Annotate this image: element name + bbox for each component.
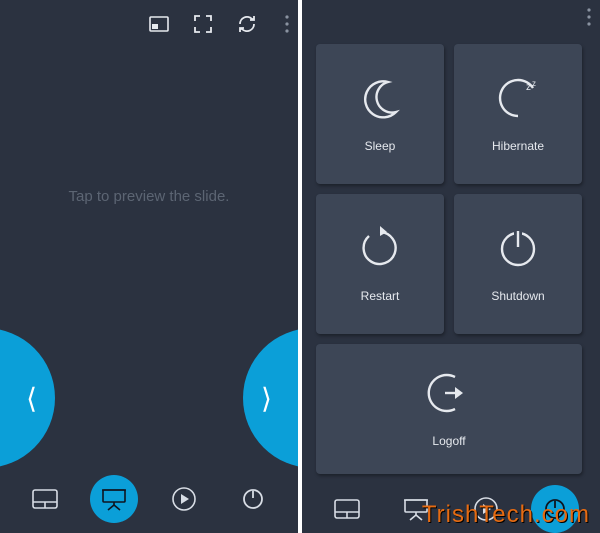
tile-label: Hibernate <box>492 139 544 153</box>
pip-icon[interactable] <box>148 13 170 35</box>
top-toolbar <box>0 0 298 48</box>
overflow-menu-icon[interactable] <box>582 6 596 28</box>
tab-media[interactable] <box>160 475 208 523</box>
tile-label: Restart <box>361 289 400 303</box>
chevron-right-icon: ⟩ <box>261 382 272 415</box>
tab-power[interactable] <box>229 475 277 523</box>
slide-preview-area[interactable]: Tap to preview the slide. ⟨ ⟩ <box>0 48 298 465</box>
fullscreen-icon[interactable] <box>192 13 214 35</box>
tile-label: Logoff <box>432 434 465 448</box>
tab-touchpad[interactable] <box>323 485 371 533</box>
tile-shutdown[interactable]: Shutdown <box>454 194 582 334</box>
top-toolbar-right <box>302 0 600 34</box>
restart-icon <box>358 226 402 275</box>
tile-label: Shutdown <box>491 289 544 303</box>
refresh-icon[interactable] <box>236 13 258 35</box>
tile-logoff[interactable]: Logoff <box>316 344 582 474</box>
power-tile-grid: Sleep zz Hibernate Restart Shutdown Logo… <box>302 34 600 484</box>
screen-presentation: Tap to preview the slide. ⟨ ⟩ <box>0 0 298 533</box>
svg-text:z: z <box>532 79 536 88</box>
hibernate-icon: zz <box>496 76 540 125</box>
watermark: TrishTech.com <box>422 501 590 529</box>
preview-hint-text: Tap to preview the slide. <box>69 188 230 205</box>
moon-icon <box>358 76 402 125</box>
tab-touchpad[interactable] <box>21 475 69 523</box>
svg-text:z: z <box>526 82 531 93</box>
power-icon <box>496 226 540 275</box>
tile-label: Sleep <box>365 139 396 153</box>
tile-sleep[interactable]: Sleep <box>316 44 444 184</box>
screen-power: Sleep zz Hibernate Restart Shutdown Logo… <box>302 0 600 533</box>
bottom-tabbar <box>0 465 298 533</box>
tile-hibernate[interactable]: zz Hibernate <box>454 44 582 184</box>
logoff-icon <box>427 371 471 420</box>
prev-slide-button[interactable]: ⟨ <box>0 328 55 468</box>
chevron-left-icon: ⟨ <box>26 382 37 415</box>
tile-restart[interactable]: Restart <box>316 194 444 334</box>
next-slide-button[interactable]: ⟩ <box>243 328 298 468</box>
overflow-menu-icon[interactable] <box>280 13 294 35</box>
tab-presentation[interactable] <box>90 475 138 523</box>
